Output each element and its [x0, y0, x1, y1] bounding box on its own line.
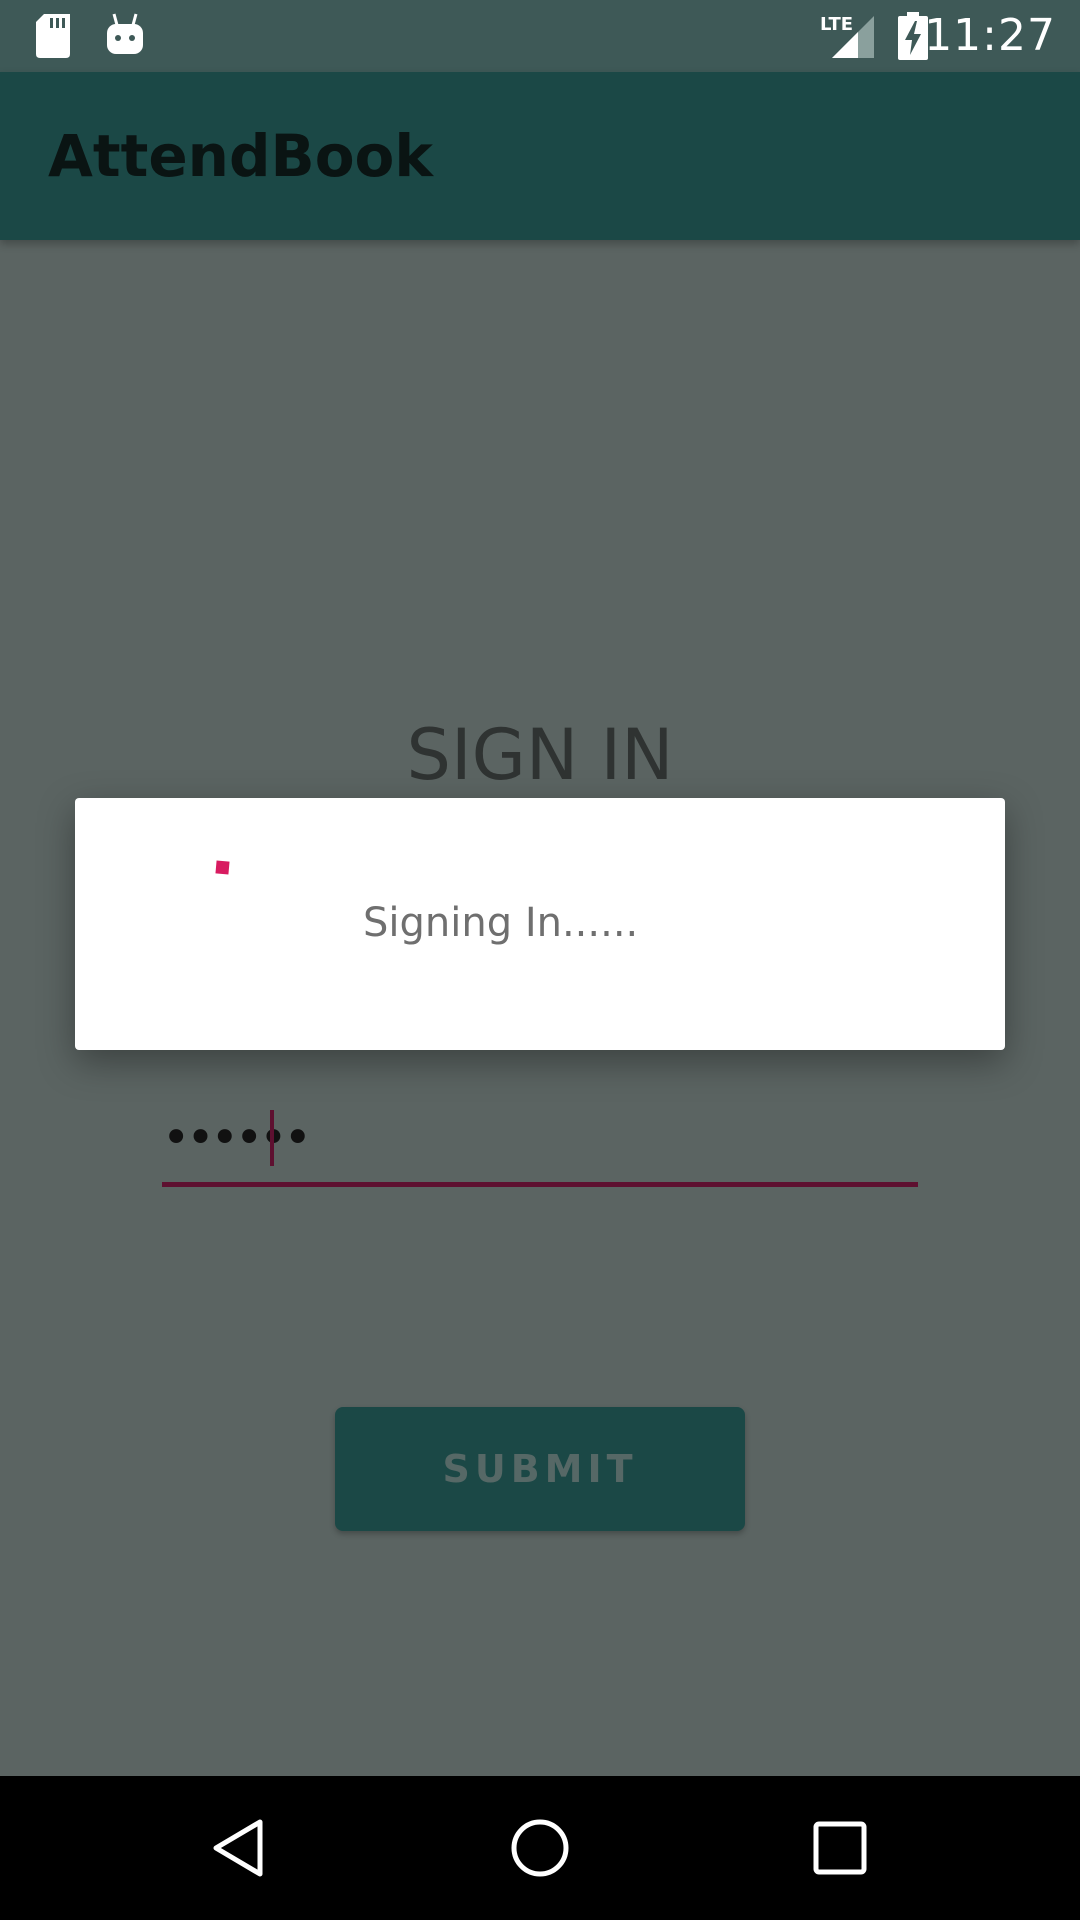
status-clock: 11:27: [924, 10, 1056, 61]
submit-button[interactable]: SUBMIT: [335, 1407, 745, 1531]
progress-dialog: Signing In......: [75, 798, 1005, 1050]
dialog-message: Signing In......: [363, 900, 639, 946]
app-title: AttendBook: [48, 122, 433, 190]
lte-signal-icon: LTE: [818, 12, 874, 64]
text-cursor: [270, 1110, 274, 1166]
password-field[interactable]: ••••••: [162, 1110, 918, 1190]
password-underline: [162, 1182, 918, 1187]
navigation-bar: [0, 1776, 1080, 1920]
recents-button[interactable]: [804, 1812, 876, 1884]
home-button[interactable]: [504, 1812, 576, 1884]
password-value: ••••••: [162, 1110, 312, 1166]
back-button[interactable]: [204, 1812, 276, 1884]
sign-in-heading: SIGN IN: [406, 714, 674, 796]
status-bar: LTE 11:27: [0, 0, 1080, 72]
screen: LTE 11:27 AttendBook SIGN IN •••••• SUBM…: [0, 0, 1080, 1920]
svg-text:LTE: LTE: [820, 14, 853, 35]
app-bar: AttendBook: [0, 72, 1080, 240]
sd-card-icon: [36, 14, 72, 62]
recents-icon: [813, 1821, 867, 1875]
android-debug-icon: [106, 12, 144, 60]
progress-spinner-icon: [215, 860, 230, 875]
home-icon: [511, 1819, 569, 1877]
back-icon: [213, 1819, 263, 1877]
